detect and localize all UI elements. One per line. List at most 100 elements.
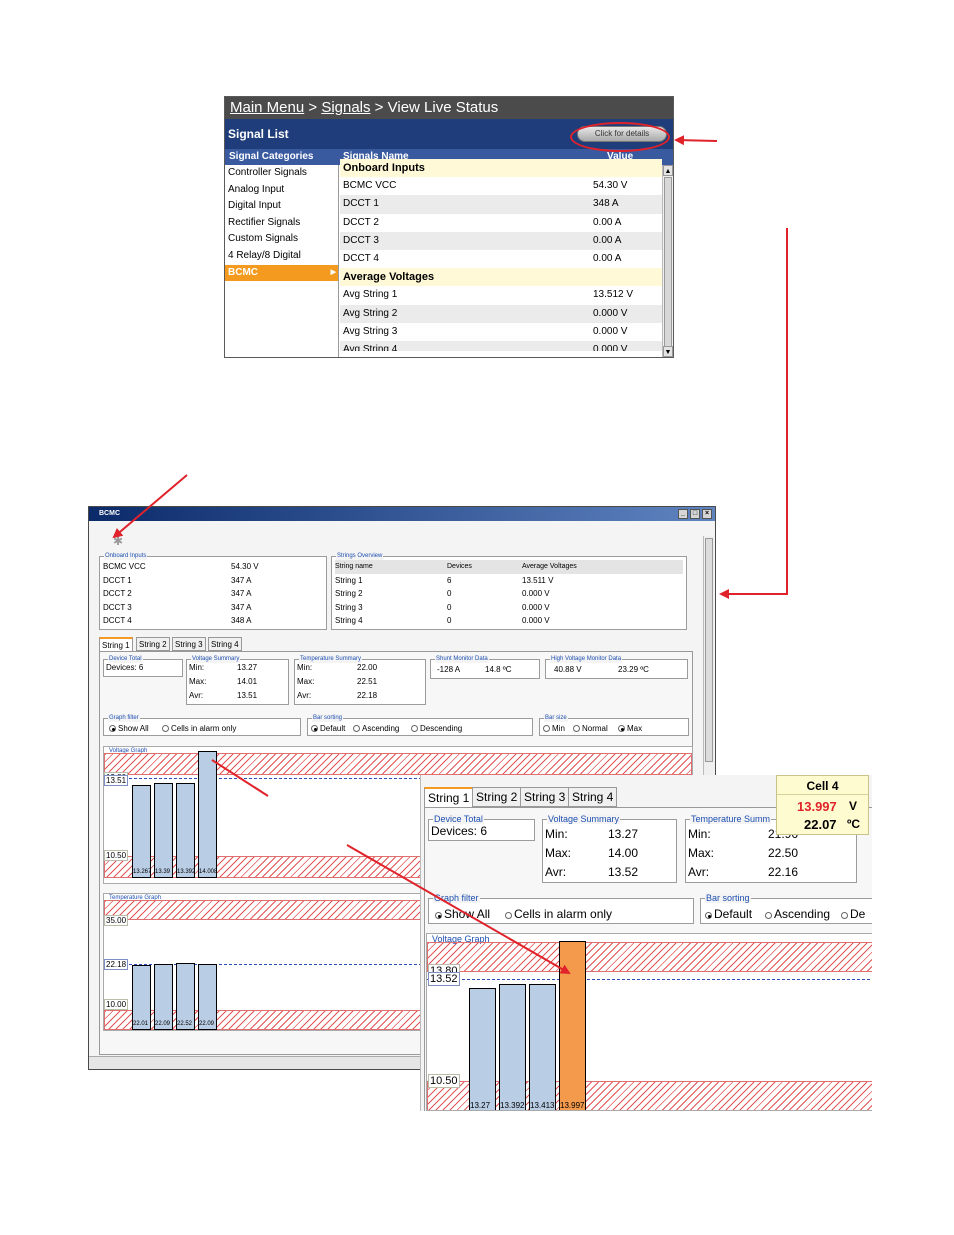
annotation-highlight-ring <box>570 122 670 152</box>
tab-string-4[interactable]: String 4 <box>208 637 242 651</box>
signal-row[interactable]: DCCT 4 0.00 A <box>340 250 662 268</box>
signal-group-header: Onboard Inputs <box>340 159 662 178</box>
radio-show-all[interactable]: Show All <box>109 724 149 733</box>
category-rectifier-signals[interactable]: Rectifier Signals <box>225 215 338 232</box>
category-relay-digital[interactable]: 4 Relay/8 Digital <box>225 248 338 265</box>
window-titlebar[interactable]: BCMC _ □ × <box>89 507 715 521</box>
tab-string-1[interactable]: String 1 <box>424 787 474 807</box>
scroll-down-icon[interactable]: ▼ <box>663 346 673 357</box>
scrollbar-thumb[interactable] <box>705 538 713 762</box>
signal-row[interactable]: BCMC VCC 54.30 V <box>340 177 662 195</box>
category-analog-input[interactable]: Analog Input <box>225 182 338 199</box>
lower-threshold-label: 10.50 <box>104 850 129 861</box>
category-digital-input[interactable]: Digital Input <box>225 198 338 215</box>
string-row[interactable]: String 1 6 13.511 V <box>335 574 683 588</box>
strings-overview-group: Strings Overview String name Devices Avera… <box>331 552 687 630</box>
device-total-legend: Device Total <box>108 655 143 663</box>
bar-sorting-group: Bar sorting Default Ascending Descending <box>307 714 533 736</box>
radio-normal[interactable]: Normal <box>573 724 608 733</box>
string-row[interactable]: String 2 0 0.000 V <box>335 587 683 601</box>
maximize-icon[interactable]: □ <box>690 509 700 519</box>
scroll-up-icon[interactable]: ▲ <box>663 165 673 176</box>
category-custom-signals[interactable]: Custom Signals <box>225 231 338 248</box>
signal-row[interactable]: DCCT 3 0.00 A <box>340 231 662 250</box>
tab-string-4[interactable]: String 4 <box>568 787 618 807</box>
graph-bar[interactable] <box>529 984 556 1110</box>
voltage-summary-group: Voltage Summary Min: 13.27 Max: 14.00 Avr:… <box>542 814 677 883</box>
graph-bar[interactable] <box>198 751 217 878</box>
device-total-legend: Device Total <box>433 814 484 824</box>
strings-overview-legend: Strings Overview <box>336 552 384 560</box>
bar-value-label: 22.52 <box>177 1021 193 1027</box>
bar-value-label: 13.27 <box>470 1101 491 1110</box>
graph-bar[interactable] <box>154 783 173 878</box>
signal-row[interactable]: Avg String 1 13.512 V <box>340 286 662 304</box>
radio-descending[interactable]: Descending <box>411 724 462 733</box>
tab-string-1[interactable]: String 1 <box>99 637 133 651</box>
avr-label: Avr: <box>297 691 312 700</box>
string-row[interactable]: String 3 0 0.000 V <box>335 601 683 615</box>
graph-bar[interactable] <box>559 941 586 1110</box>
bar-value-label: 13.997 <box>560 1101 585 1110</box>
shunt-current: -128 A <box>437 665 461 674</box>
bar-size-group: Bar size Min Normal Max <box>539 714 689 736</box>
radio-cells-in-alarm[interactable]: Cells in alarm only <box>505 907 612 921</box>
bar-sorting-legend: Bar sorting <box>312 714 344 722</box>
tooltip-voltage-unit: V <box>849 799 858 813</box>
strings-header-row: String name Devices Average Voltages <box>335 560 683 574</box>
scrollbar-thumb[interactable] <box>664 177 672 347</box>
signal-row[interactable]: DCCT 1 348 A <box>340 195 662 214</box>
arrow-to-details-button <box>674 135 718 146</box>
temp-min: 22.00 <box>357 663 378 672</box>
arrow-to-bcmc-window <box>719 228 788 599</box>
radio-descending[interactable]: De <box>841 907 865 921</box>
signal-row[interactable]: Avg String 2 0.000 V <box>340 304 662 323</box>
device-total-value: Devices: 6 <box>431 824 488 838</box>
tab-string-3[interactable]: String 3 <box>172 637 206 651</box>
tab-string-2[interactable]: String 2 <box>136 637 170 651</box>
voltage-max: 14.00 <box>608 846 639 860</box>
breadcrumb-signals[interactable]: Signals <box>321 99 370 116</box>
min-label: Min: <box>189 663 205 672</box>
graph-bar[interactable] <box>469 988 496 1110</box>
average-line <box>427 979 872 980</box>
minimize-icon[interactable]: _ <box>678 509 688 519</box>
tab-string-2[interactable]: String 2 <box>472 787 522 807</box>
bar-size-legend: Bar size <box>544 714 568 722</box>
graph-bar[interactable] <box>132 785 151 878</box>
lower-threshold-label: 10.00 <box>104 999 129 1010</box>
max-label: Max: <box>688 846 715 860</box>
upper-alarm-zone <box>104 753 692 775</box>
category-controller-signals[interactable]: Controller Signals <box>225 165 338 182</box>
radio-ascending[interactable]: Ascending <box>765 907 830 921</box>
bar-value-label: 13.392 <box>500 1101 525 1110</box>
tab-string-3[interactable]: String 3 <box>520 787 570 807</box>
radio-ascending[interactable]: Ascending <box>353 724 399 733</box>
high-voltage-monitor-group: High Voltage Monitor Data 40.88 V 23.29 … <box>545 655 688 679</box>
radio-min[interactable]: Min <box>543 724 565 733</box>
radio-show-all[interactable]: Show All <box>435 907 490 921</box>
graph-bar[interactable] <box>176 783 195 878</box>
breadcrumb-separator: > <box>304 99 322 116</box>
bar-value-label: 14.008 <box>199 869 218 875</box>
radio-default[interactable]: Default <box>311 724 345 733</box>
high-voltage-monitor-legend: High Voltage Monitor Data <box>550 655 623 663</box>
radio-default[interactable]: Default <box>705 907 752 921</box>
signal-group-header: Average Voltages <box>340 268 662 287</box>
signal-row[interactable]: Avg String 3 0.000 V <box>340 323 662 341</box>
gear-icon[interactable]: ✱ <box>113 534 123 548</box>
string-row[interactable]: String 4 0 0.000 V <box>335 614 683 628</box>
category-bcmc[interactable]: BCMC <box>225 264 338 282</box>
radio-max[interactable]: Max <box>618 724 642 733</box>
device-total-group: Device Total Devices: 6 <box>428 814 535 841</box>
signals-scrollbar[interactable]: ▲ ▼ <box>662 165 673 357</box>
signal-row[interactable]: Avg String 4 0.000 V <box>340 340 662 351</box>
signal-row[interactable]: DCCT 2 0.00 A <box>340 214 662 232</box>
graph-bar[interactable] <box>176 963 195 1030</box>
breadcrumb-main-menu[interactable]: Main Menu <box>230 99 304 116</box>
close-icon[interactable]: × <box>702 509 712 519</box>
tooltip-temp: 22.07 <box>804 817 837 832</box>
radio-cells-in-alarm[interactable]: Cells in alarm only <box>162 724 236 733</box>
graph-bar[interactable] <box>499 984 526 1110</box>
shunt-monitor-legend: Shunt Monitor Data <box>435 655 489 663</box>
